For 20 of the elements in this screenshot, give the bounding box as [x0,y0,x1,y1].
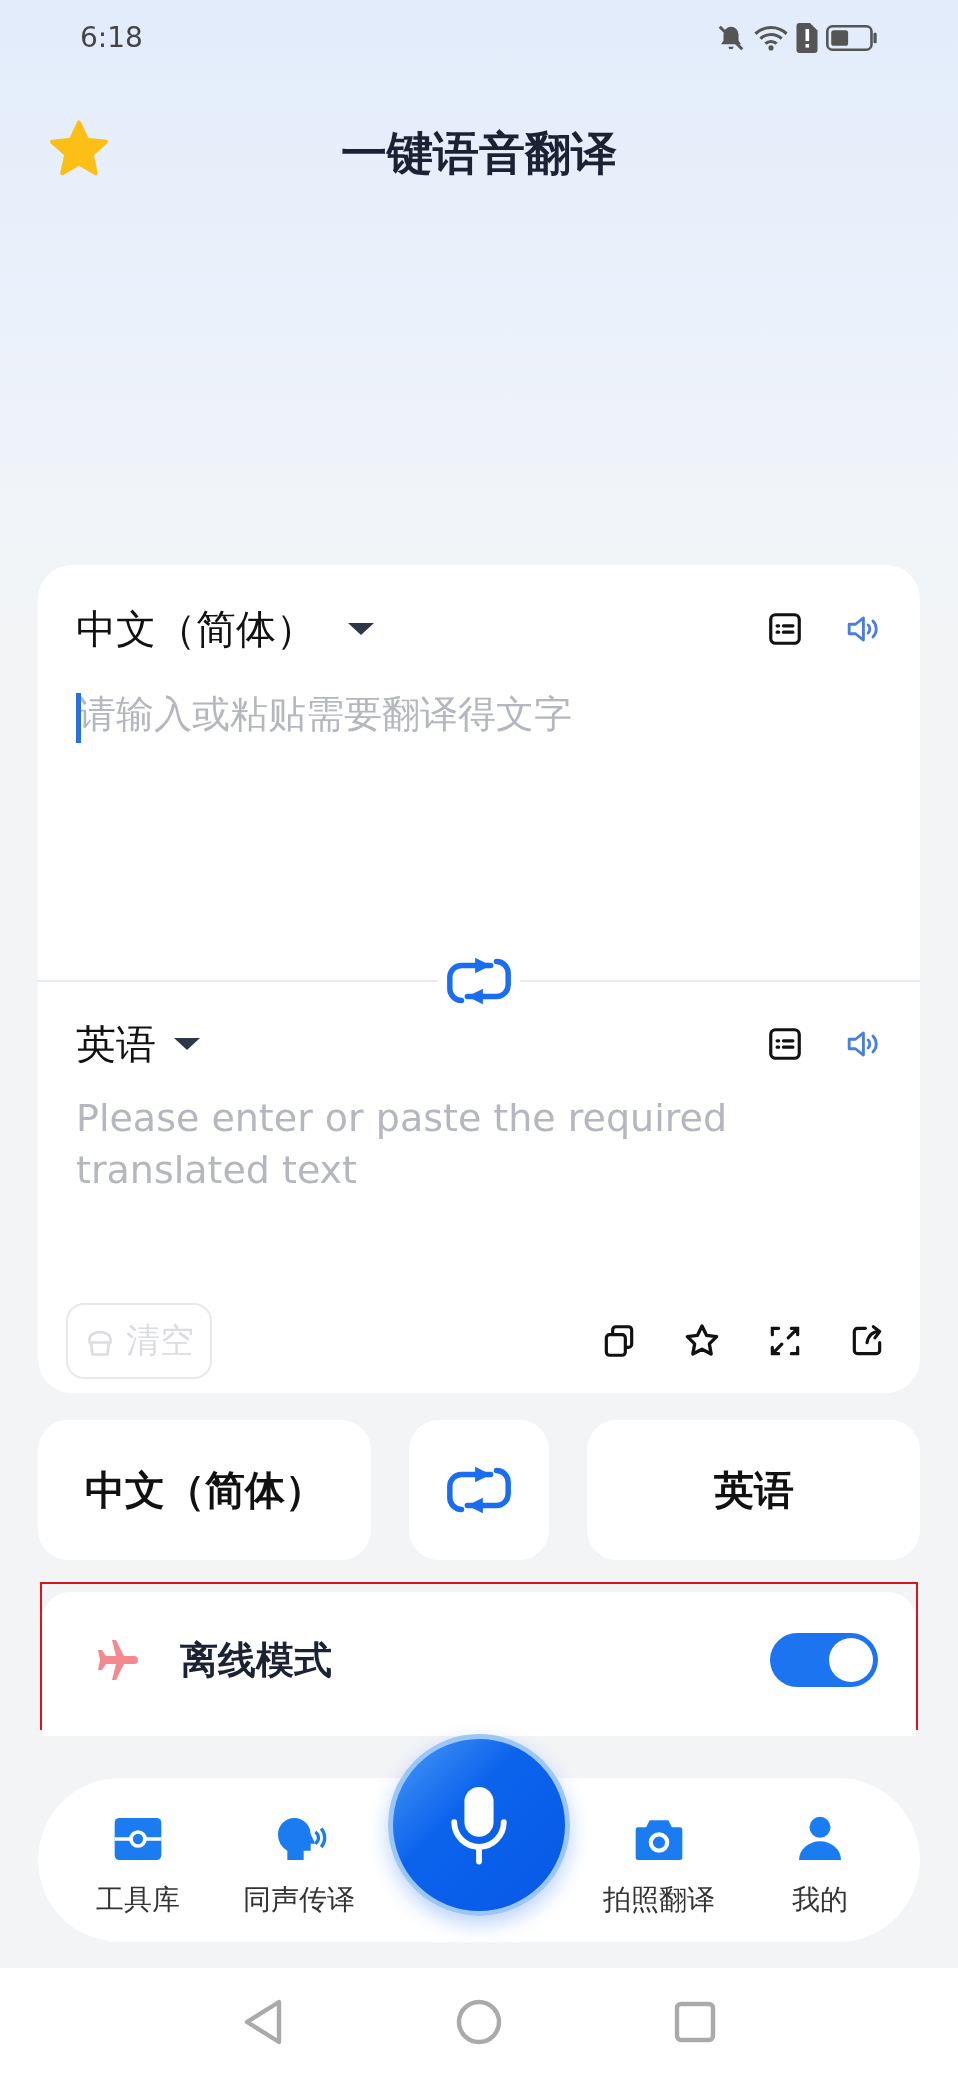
offline-mode-label: 离线模式 [180,1636,333,1684]
caret-icon [172,1036,202,1052]
keyboard-icon[interactable] [766,610,804,648]
source-language-selector[interactable]: 中文（简体） [76,601,376,657]
source-language-button[interactable]: 中文（简体） [38,1420,371,1560]
offline-mode-toggle[interactable] [770,1633,878,1687]
keyboard-icon[interactable] [766,1025,804,1063]
microphone-button[interactable] [388,1734,570,1916]
swap-languages-button[interactable] [409,1420,549,1560]
sim-alert-icon [796,22,818,53]
nav-tab[interactable]: 我的 [739,1801,900,1919]
caret-icon [346,621,376,637]
nav-tab[interactable]: 同声传译 [218,1801,379,1919]
nav-tab[interactable]: 拍照翻译 [579,1801,740,1919]
target-language-button[interactable]: 英语 [587,1420,920,1560]
nav-tab[interactable]: 工具库 [58,1801,219,1919]
target-language-selector[interactable]: 英语 [76,1016,202,1072]
app-title: 一键语音翻译 [341,125,617,182]
battery-icon [826,22,878,53]
status-time: 6:18 [80,21,143,54]
